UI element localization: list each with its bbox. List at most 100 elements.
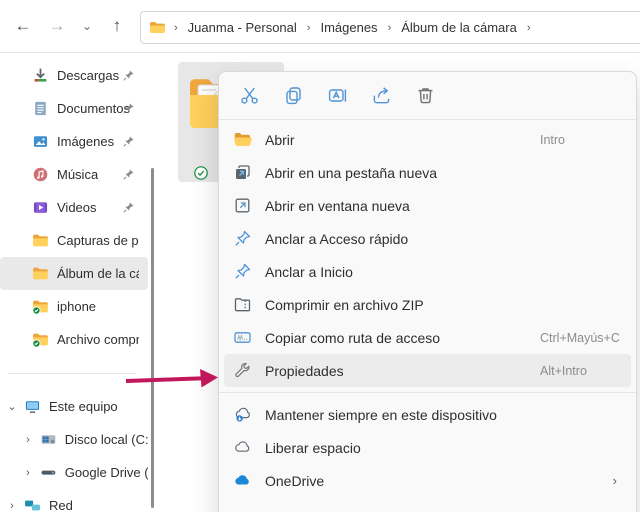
- folder-icon: [32, 232, 49, 249]
- sidebar-item-m-sica[interactable]: Música: [0, 158, 148, 191]
- sidebar-item-google-drive-[interactable]: › Google Drive (: [0, 456, 148, 489]
- forward-button[interactable]: →: [40, 11, 74, 41]
- menu-item-shortcut: Intro: [540, 133, 565, 147]
- pin-gray-icon: [122, 69, 135, 82]
- sidebar-item-disco-local-c-[interactable]: ›Disco local (C:: [0, 423, 148, 456]
- expander-chevron-icon[interactable]: ›: [6, 500, 18, 512]
- cloud-keep-icon: [233, 405, 252, 424]
- menu-item-label: Mantener siempre en este dispositivo: [265, 407, 497, 423]
- sidebar-item-label: Archivo comprim: [57, 332, 139, 347]
- sidebar-item-este-equipo[interactable]: ⌄ Este equipo: [0, 390, 148, 423]
- breadcrumb-item[interactable]: Imágenes: [316, 18, 381, 37]
- menu-item-anclar-a-inicio[interactable]: Anclar a Inicio: [224, 255, 631, 288]
- menu-item-mantener-siempre-en-este-dispositivo[interactable]: Mantener siempre en este dispositivo: [224, 398, 631, 431]
- sidebar-item-red[interactable]: ›Red: [0, 489, 148, 512]
- copy-path-icon: [233, 328, 252, 347]
- sidebar-item-label: iphone: [57, 299, 96, 314]
- copy-button[interactable]: [283, 85, 304, 106]
- pin-gray-icon: [122, 201, 135, 214]
- sidebar-item-iphone[interactable]: iphone: [0, 290, 148, 323]
- sidebar-item-label: Música: [57, 167, 98, 182]
- disk-icon: [40, 431, 57, 448]
- menu-item-abrir[interactable]: AbrirIntro: [224, 123, 631, 156]
- gdrive-icon: [40, 464, 57, 481]
- network-icon: [24, 497, 41, 512]
- folder-sync-icon: [32, 331, 49, 348]
- navigation-pane: Descargas Documentos Imágenes Música Videos C…: [0, 53, 160, 512]
- breadcrumb-chevron-icon[interactable]: ›: [303, 22, 315, 34]
- sidebar-item-capturas-de-pant[interactable]: Capturas de pant: [0, 224, 148, 257]
- pin-icon: [233, 262, 252, 281]
- menu-item-label: Abrir en ventana nueva: [265, 198, 410, 214]
- delete-button[interactable]: [415, 85, 436, 106]
- open-tab-icon: [233, 163, 252, 182]
- back-button[interactable]: ←: [6, 11, 40, 41]
- menu-item-propiedades[interactable]: Propiedades Alt+Intro: [224, 354, 631, 387]
- breadcrumb-chevron-icon[interactable]: ›: [170, 22, 182, 34]
- wrench-icon: [233, 361, 252, 380]
- history-chevron-button[interactable]: ⌄: [74, 11, 100, 41]
- this-pc-section: ⌄Este equipo›Disco local (C:›Google Driv…: [0, 390, 160, 512]
- folder-icon-icon: [149, 20, 166, 35]
- zip-icon: [233, 295, 252, 314]
- menu-item-label: OneDrive: [265, 473, 324, 489]
- menu-item-label: Liberar espacio: [265, 440, 361, 456]
- sidebar-item-label: Este equipo: [49, 399, 118, 414]
- address-bar[interactable]: ›Juanma - Personal›Imágenes›Álbum de la …: [140, 11, 640, 44]
- menu-item-copiar-como-ruta-de-acceso[interactable]: Copiar como ruta de accesoCtrl+Mayús+C: [224, 321, 631, 354]
- onedrive-icon: [233, 471, 252, 490]
- sidebar-item-label: Descargas: [57, 68, 119, 83]
- menu-separator: [219, 392, 636, 393]
- expander-chevron-icon[interactable]: ›: [22, 467, 34, 479]
- sidebar-scrollbar[interactable]: [151, 168, 154, 508]
- share-button[interactable]: [371, 85, 392, 106]
- context-menu-command-bar: [219, 72, 636, 120]
- pin-gray-icon: [122, 102, 135, 115]
- folder-open-icon: [233, 130, 252, 149]
- cut-button[interactable]: [239, 85, 260, 106]
- sidebar-item-label: Google Drive (: [65, 465, 148, 480]
- sidebar-item-label: Videos: [57, 200, 97, 215]
- menu-item-label: Anclar a Acceso rápido: [265, 231, 408, 247]
- menu-item-label: Propiedades: [265, 363, 344, 379]
- context-menu: AbrirIntro Abrir en una pestaña nueva Abri…: [218, 71, 637, 512]
- folder-sync-icon: [32, 298, 49, 315]
- menu-item-anclar-a-acceso-rápido[interactable]: Anclar a Acceso rápido: [224, 222, 631, 255]
- menu-item-shortcut: Ctrl+Mayús+C: [540, 331, 620, 345]
- sidebar-divider: [8, 373, 136, 374]
- sidebar-item-descargas[interactable]: Descargas: [0, 59, 148, 92]
- sidebar-item-videos[interactable]: Videos: [0, 191, 148, 224]
- cloud-free-icon: [233, 438, 252, 457]
- menu-item-shortcut: Alt+Intro: [540, 364, 587, 378]
- sidebar-item-archivo-comprim[interactable]: Archivo comprim: [0, 323, 148, 356]
- folder-icon: [32, 265, 49, 282]
- context-menu-items: AbrirIntro Abrir en una pestaña nueva Abri…: [219, 120, 636, 497]
- menu-item-comprimir-en-archivo-zip[interactable]: Comprimir en archivo ZIP: [224, 288, 631, 321]
- sidebar-item-documentos[interactable]: Documentos: [0, 92, 148, 125]
- menu-item-liberar-espacio[interactable]: Liberar espacio: [224, 431, 631, 464]
- menu-item-abrir-en-una-pestaña-nueva[interactable]: Abrir en una pestaña nueva: [224, 156, 631, 189]
- expander-chevron-icon[interactable]: ›: [22, 434, 34, 446]
- up-button[interactable]: ↑: [100, 11, 134, 41]
- menu-item-onedrive[interactable]: OneDrive›: [224, 464, 631, 497]
- pictures-icon: [32, 133, 49, 150]
- quick-access-section: Descargas Documentos Imágenes Música Videos C…: [0, 59, 160, 356]
- rename-button[interactable]: [327, 85, 348, 106]
- breadcrumb-item[interactable]: Juanma - Personal: [184, 18, 301, 37]
- open-window-icon: [233, 196, 252, 215]
- pin-gray-icon: [122, 168, 135, 181]
- breadcrumb-chevron-icon[interactable]: ›: [523, 22, 535, 34]
- file-explorer-window: ←→⌄↑ ›Juanma - Personal›Imágenes›Álbum d…: [0, 0, 640, 512]
- menu-item-abrir-en-ventana-nueva[interactable]: Abrir en ventana nueva: [224, 189, 631, 222]
- sidebar-item-im-genes[interactable]: Imágenes: [0, 125, 148, 158]
- menu-item-label: Abrir en una pestaña nueva: [265, 165, 437, 181]
- menu-item-label: Comprimir en archivo ZIP: [265, 297, 424, 313]
- pin-icon: [233, 229, 252, 248]
- breadcrumb-item[interactable]: Álbum de la cámara: [397, 18, 521, 37]
- sidebar-item--lbum-de-la-c-m[interactable]: Álbum de la cám: [0, 257, 148, 290]
- breadcrumb-chevron-icon[interactable]: ›: [384, 22, 396, 34]
- menu-item-label: Anclar a Inicio: [265, 264, 353, 280]
- expander-chevron-icon[interactable]: ⌄: [6, 400, 18, 413]
- navigation-buttons: ←→⌄↑: [6, 0, 134, 52]
- sidebar-item-label: Imágenes: [57, 134, 114, 149]
